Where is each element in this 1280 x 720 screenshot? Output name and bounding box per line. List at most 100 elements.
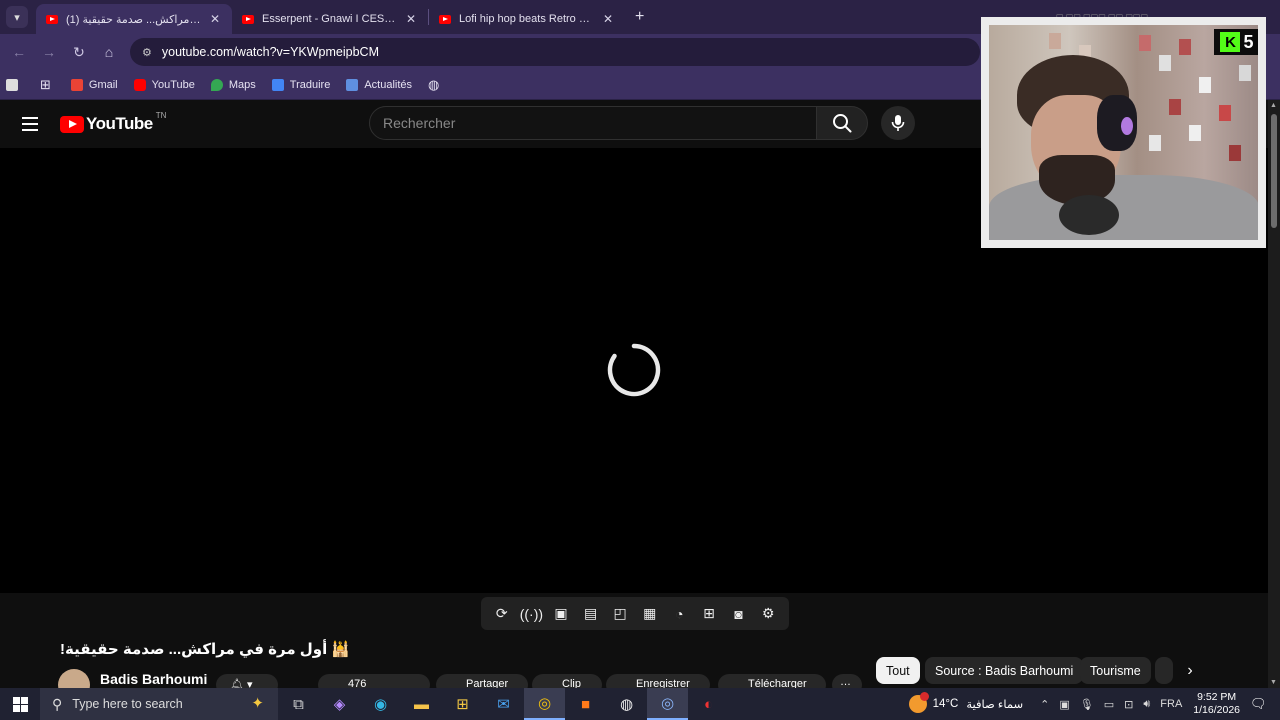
clock-time: 9:52 PM bbox=[1197, 691, 1237, 703]
chrome-profile-icon[interactable]: ◎ bbox=[647, 688, 688, 720]
address-bar[interactable]: ⚙ youtube.com/watch?v=YKWpmeipbCM bbox=[130, 38, 980, 66]
volume-icon[interactable]: 🔊︎ bbox=[1143, 698, 1150, 711]
chevron-up-icon[interactable]: ⌃ bbox=[1040, 698, 1049, 711]
news-icon bbox=[346, 78, 359, 91]
kick-badge-number: 5 bbox=[1243, 31, 1254, 52]
tab-search-button[interactable]: ▾ bbox=[6, 6, 28, 28]
webcam-feed bbox=[989, 25, 1258, 240]
camera-icon[interactable]: ◙ bbox=[727, 606, 751, 622]
orange-app-icon[interactable]: ■ bbox=[565, 688, 606, 720]
chip-tourism[interactable]: Tourisme bbox=[1080, 657, 1151, 684]
settings-gear-icon[interactable]: ⚙ bbox=[756, 605, 780, 622]
channel-name[interactable]: Badis Barhoumi bbox=[100, 671, 207, 687]
search-placeholder: Rechercher bbox=[383, 115, 456, 131]
close-icon[interactable]: ✕ bbox=[601, 12, 615, 26]
task-view-icon[interactable]: ⧉ bbox=[278, 688, 319, 720]
search-button[interactable] bbox=[816, 106, 868, 140]
menu-icon[interactable] bbox=[22, 117, 38, 131]
film-strip-icon[interactable]: ▦ bbox=[638, 605, 662, 622]
voice-search-button[interactable] bbox=[881, 106, 915, 140]
bookmark-blank[interactable] bbox=[6, 78, 24, 91]
network-icon[interactable]: ⊡ bbox=[1124, 698, 1133, 711]
chrome-icon[interactable]: ◎ bbox=[524, 688, 565, 720]
kick-logo-icon: K bbox=[1220, 32, 1241, 52]
youtube-favicon-icon bbox=[46, 14, 58, 24]
bookmark-translate[interactable]: Traduire bbox=[271, 78, 330, 91]
weather-description[interactable]: سماء صافية bbox=[966, 697, 1023, 711]
clock-date: 1/16/2026 bbox=[1193, 704, 1240, 716]
forward-arrow-icon[interactable]: → bbox=[34, 44, 64, 60]
new-tab-icon[interactable]: + bbox=[635, 8, 644, 26]
copilot-icon[interactable]: ◈ bbox=[319, 688, 360, 720]
clapperboard-icon[interactable]: ▤ bbox=[579, 605, 603, 622]
wall-poster bbox=[1199, 77, 1211, 93]
bookmark-maps[interactable]: Maps bbox=[210, 78, 256, 91]
clock[interactable]: 9:52 PM 1/16/2026 bbox=[1193, 691, 1240, 717]
home-icon[interactable]: ⌂ bbox=[94, 44, 124, 60]
tab-title: (1) أول مرة في مراكش... صدمة حقيقية bbox=[66, 13, 202, 26]
chip-source[interactable]: Source : Badis Barhoumi bbox=[925, 657, 1084, 684]
close-icon[interactable]: ✕ bbox=[404, 12, 418, 26]
resize-icon[interactable]: ◰ bbox=[608, 605, 632, 622]
windows-logo-icon bbox=[12, 696, 28, 712]
browser-tab-3[interactable]: Lofi hip hop beats Retro Japanese ✕ bbox=[429, 4, 625, 34]
battery-icon[interactable]: ▭ bbox=[1104, 698, 1114, 711]
wall-poster bbox=[1169, 99, 1181, 115]
language-indicator[interactable]: FRA bbox=[1160, 698, 1182, 710]
person-hoodie bbox=[989, 175, 1258, 240]
scrollbar-thumb[interactable] bbox=[1271, 114, 1277, 228]
recording-app-icon[interactable]: ◐ bbox=[688, 688, 729, 720]
page-icon bbox=[6, 78, 18, 91]
gmail-icon bbox=[70, 78, 83, 91]
search-icon: ⚲ bbox=[52, 695, 63, 712]
microphone-foam bbox=[1059, 195, 1119, 235]
page-scrollbar[interactable]: ▲ ▼ bbox=[1268, 100, 1280, 688]
youtube-logo[interactable]: YouTube TN bbox=[60, 111, 166, 134]
edge-icon[interactable]: ◉ bbox=[360, 688, 401, 720]
close-icon[interactable]: ✕ bbox=[208, 12, 222, 26]
wall-poster bbox=[1219, 105, 1231, 121]
taskbar-search-input[interactable]: ⚲ Type here to search ✦ bbox=[40, 688, 278, 720]
weather-temp[interactable]: 14°C bbox=[933, 698, 959, 710]
browser-tab-1[interactable]: (1) أول مرة في مراكش... صدمة حقيقية ✕ bbox=[36, 4, 232, 34]
reload-icon[interactable]: ↻ bbox=[64, 44, 94, 61]
windows-taskbar: ⚲ Type here to search ✦ ⧉ ◈ ◉ ▬ ⊞ ✉ ◎ ■ … bbox=[0, 688, 1280, 720]
add-frame-icon[interactable]: ⊞ bbox=[697, 605, 721, 622]
chip-all[interactable]: Tout bbox=[876, 657, 920, 684]
globe-icon[interactable]: ◍ bbox=[428, 77, 439, 93]
weather-icon[interactable] bbox=[908, 692, 929, 713]
meet-now-icon[interactable]: ▣ bbox=[1059, 698, 1069, 711]
site-info-icon[interactable]: ⚙ bbox=[142, 46, 152, 59]
scroll-up-icon[interactable]: ▲ bbox=[1270, 102, 1277, 109]
apps-grid-icon[interactable]: ⊞ bbox=[40, 77, 51, 93]
microphone-tray-icon[interactable]: 🎙︎ bbox=[1080, 698, 1094, 711]
taskbar-search-placeholder: Type here to search bbox=[72, 697, 183, 711]
start-button[interactable] bbox=[0, 688, 40, 720]
scroll-down-icon[interactable]: ▼ bbox=[1270, 679, 1277, 686]
bookmark-news[interactable]: Actualités bbox=[346, 78, 412, 91]
mail-icon[interactable]: ✉ bbox=[483, 688, 524, 720]
search-input[interactable]: Rechercher bbox=[369, 106, 817, 140]
search-icon bbox=[833, 114, 852, 133]
notifications-icon[interactable]: 🗨︎ bbox=[1250, 696, 1270, 712]
file-explorer-icon[interactable]: ▬ bbox=[401, 688, 442, 720]
system-tray: 14°C سماء صافية ⌃ ▣ 🎙︎ ▭ ⊡ 🔊︎ FRA 9:52 P… bbox=[908, 688, 1280, 720]
loop-icon[interactable]: ⟳ bbox=[490, 605, 514, 622]
audio-wave-icon[interactable]: ((·)) bbox=[519, 606, 543, 622]
back-arrow-icon[interactable]: ← bbox=[4, 44, 34, 60]
webcam-overlay: K 5 bbox=[981, 17, 1266, 248]
microsoft-store-icon[interactable]: ⊞ bbox=[442, 688, 483, 720]
chevron-right-icon[interactable]: › bbox=[1176, 657, 1204, 684]
wall-poster bbox=[1179, 39, 1191, 55]
screen: ▾ (1) أول مرة في مراكش... صدمة حقيقية ✕ … bbox=[0, 0, 1280, 720]
youtube-play-icon bbox=[60, 115, 84, 133]
bookmark-gmail[interactable]: Gmail bbox=[70, 78, 118, 91]
chip-partial[interactable] bbox=[1155, 657, 1173, 684]
browser-tab-2[interactable]: Esserpent - Gnawi I CESAR ART ✕ bbox=[232, 4, 428, 34]
obs-studio-icon[interactable]: ◍ bbox=[606, 688, 647, 720]
bookmark-youtube[interactable]: YouTube bbox=[133, 78, 195, 91]
video-title: !أول مرة في مراكش... صدمة حقيقية 🕌 bbox=[60, 641, 351, 658]
watch-screen-icon[interactable]: ▣ bbox=[549, 605, 573, 622]
search-highlight-icon[interactable]: ✦ bbox=[251, 694, 264, 712]
speed-gauge-icon[interactable]: ◔ bbox=[667, 606, 691, 622]
